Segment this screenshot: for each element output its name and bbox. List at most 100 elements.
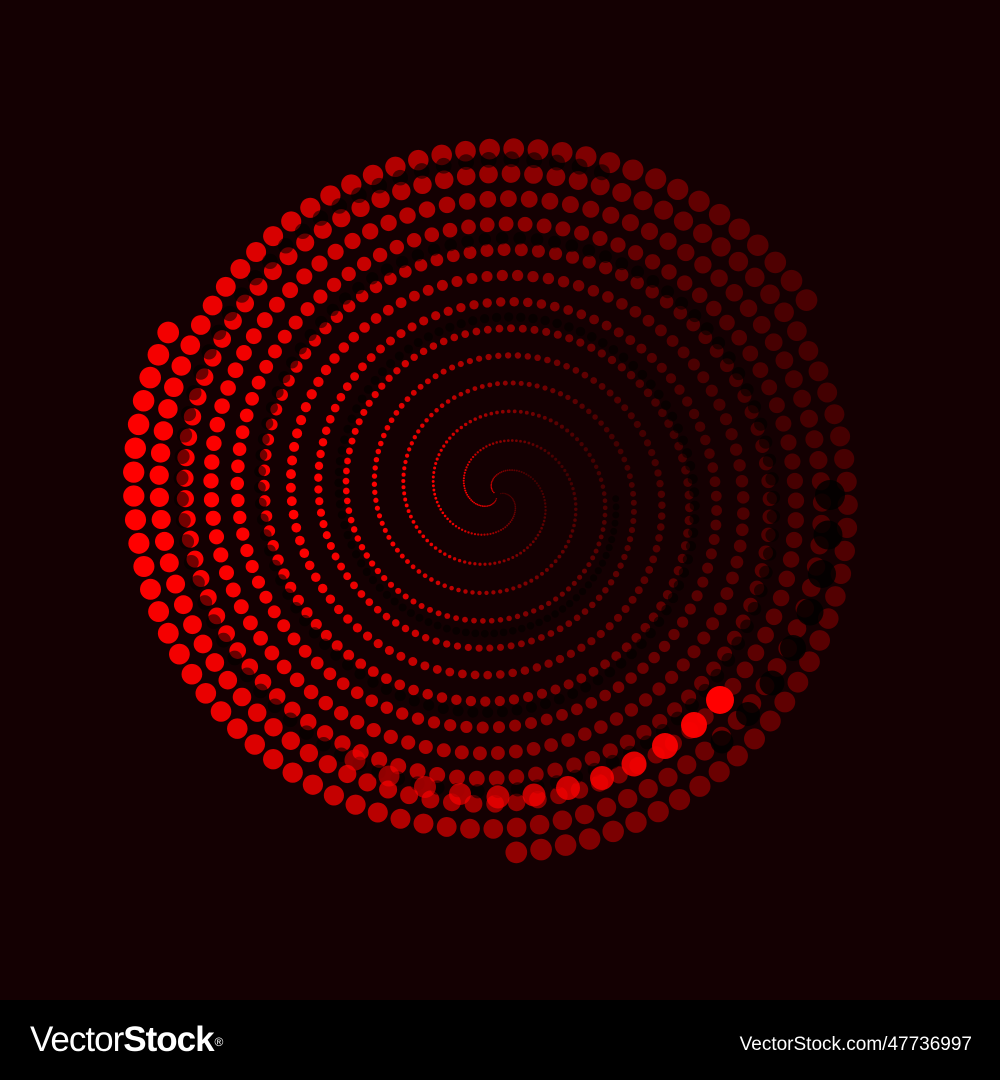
shadow-dot: [445, 322, 455, 332]
spiral-dot: [513, 502, 516, 505]
spiral-dot: [565, 250, 580, 264]
spiral-dot: [506, 439, 510, 442]
spiral-dot: [508, 694, 520, 705]
spiral-dot: [454, 745, 469, 760]
spiral-dot: [602, 512, 608, 518]
spiral-dot: [204, 454, 220, 470]
spiral-dot: [150, 443, 171, 463]
spiral-dot: [232, 687, 252, 707]
spiral-dot: [268, 344, 282, 359]
spiral-dot: [782, 551, 800, 568]
spiral-dot: [786, 472, 803, 490]
spiral-dot: [460, 818, 480, 839]
spiral-dot: [702, 562, 714, 574]
spiral-dot: [435, 500, 439, 504]
spiral-dot: [456, 587, 461, 593]
spiral-dot: [511, 497, 514, 500]
spiral-dot: [568, 534, 573, 539]
spiral-dot: [519, 439, 522, 443]
spiral-dot: [658, 640, 671, 653]
spiral-dot: [469, 300, 479, 310]
spiral-dot: [442, 444, 446, 448]
shadow-dot: [334, 478, 343, 488]
spiral-dot: [570, 432, 575, 437]
spiral-dot: [543, 449, 547, 452]
spiral-dot: [554, 834, 577, 856]
spiral-dot: [343, 649, 355, 661]
spiral-dot: [640, 222, 659, 240]
shadow-dot: [234, 287, 250, 303]
spiral-dot: [733, 459, 746, 472]
spiral-dot: [214, 398, 230, 414]
spiral-dot: [511, 556, 515, 559]
spiral-dot: [768, 397, 785, 414]
spiral-dot: [458, 391, 464, 397]
spiral-dot: [600, 527, 606, 532]
spiral-dot: [359, 322, 370, 333]
spiral-dot: [345, 507, 353, 514]
spiral-dot: [613, 327, 624, 338]
spiral-dot: [668, 788, 691, 811]
spiral-dot: [598, 477, 604, 483]
spiral-dot: [784, 453, 801, 470]
spiral-dot: [362, 223, 379, 240]
spiral-dot: [494, 695, 505, 707]
spiral-dot: [488, 617, 495, 624]
spiral-dot: [774, 691, 796, 713]
spiral-dot: [544, 502, 547, 505]
spiral-dot: [480, 696, 491, 707]
spiral-dot: [343, 497, 351, 505]
shadow-dot: [347, 540, 356, 549]
shadow-dot: [491, 312, 502, 323]
spiral-dot: [731, 329, 748, 346]
shadow-dot: [535, 618, 543, 627]
spiral-dot: [607, 579, 615, 586]
spiral-dot: [570, 529, 575, 533]
spiral-dot: [735, 474, 749, 488]
spiral-dot: [206, 435, 222, 452]
spiral-dot: [394, 547, 400, 553]
spiral-dot: [411, 629, 420, 638]
spiral-dot: [557, 391, 564, 397]
spiral-dot: [552, 810, 573, 831]
spiral-dot: [711, 505, 722, 516]
spiral-dot: [382, 304, 394, 316]
spiral-dot: [491, 480, 493, 483]
shadow-dot: [722, 351, 736, 365]
spiral-dot: [490, 486, 493, 489]
spiral-dot: [282, 282, 299, 299]
shadow-dot: [413, 163, 430, 179]
shadow-dot: [766, 490, 781, 505]
spiral-dot: [479, 190, 497, 208]
spiral-dot: [367, 802, 388, 823]
spiral-dot: [477, 590, 482, 596]
spiral-dot: [565, 620, 573, 627]
shadow-dot: [710, 668, 725, 683]
spiral-dot: [384, 424, 391, 431]
spiral-dot: [682, 396, 693, 407]
spiral-dot: [565, 473, 569, 477]
spiral-dot: [277, 329, 292, 344]
spiral-dot: [780, 434, 797, 451]
spiral-dot: [334, 604, 344, 615]
spiral-dot: [711, 237, 731, 257]
spiral-dot: [713, 602, 727, 616]
shadow-dot: [813, 520, 843, 550]
shadow-dot: [177, 427, 193, 443]
spiral-dot: [504, 352, 512, 359]
spiral-dot: [706, 300, 722, 317]
spiral-dot: [471, 455, 475, 459]
spiral-dot: [504, 492, 507, 495]
spiral-dot: [439, 508, 443, 511]
spiral-dot: [277, 619, 291, 633]
spiral-dot: [410, 564, 416, 570]
spiral-dot: [183, 615, 202, 635]
spiral-dot: [350, 526, 358, 533]
shadow-dot: [605, 544, 613, 552]
shadow-dot: [511, 704, 523, 716]
spiral-dot: [387, 581, 395, 588]
spiral-dot: [422, 284, 434, 296]
spiral-dot: [549, 563, 554, 568]
spiral-dot: [302, 774, 324, 795]
spiral-dot: [638, 693, 653, 707]
